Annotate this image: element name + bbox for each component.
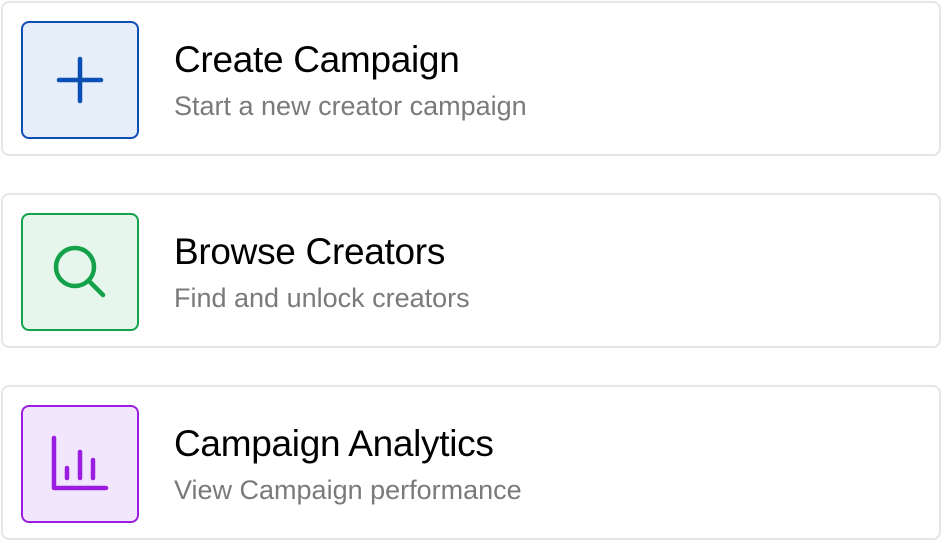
plus-icon [56,56,104,104]
create-campaign-icon-box [21,21,139,139]
campaign-analytics-subtitle: View Campaign performance [174,475,522,505]
browse-creators-title: Browse Creators [174,231,446,272]
create-campaign-card[interactable]: Create Campaign Start a new creator camp… [1,1,941,156]
create-campaign-subtitle: Start a new creator campaign [174,91,527,121]
create-campaign-title: Create Campaign [174,39,460,80]
browse-creators-subtitle: Find and unlock creators [174,283,470,313]
search-icon [53,245,106,298]
browse-creators-card[interactable]: Browse Creators Find and unlock creators [1,193,941,348]
campaign-analytics-icon-box [21,405,139,523]
bar-chart-icon [51,435,109,491]
browse-creators-icon-box [21,213,139,331]
campaign-analytics-card[interactable]: Campaign Analytics View Campaign perform… [1,385,941,540]
campaign-analytics-title: Campaign Analytics [174,423,494,464]
